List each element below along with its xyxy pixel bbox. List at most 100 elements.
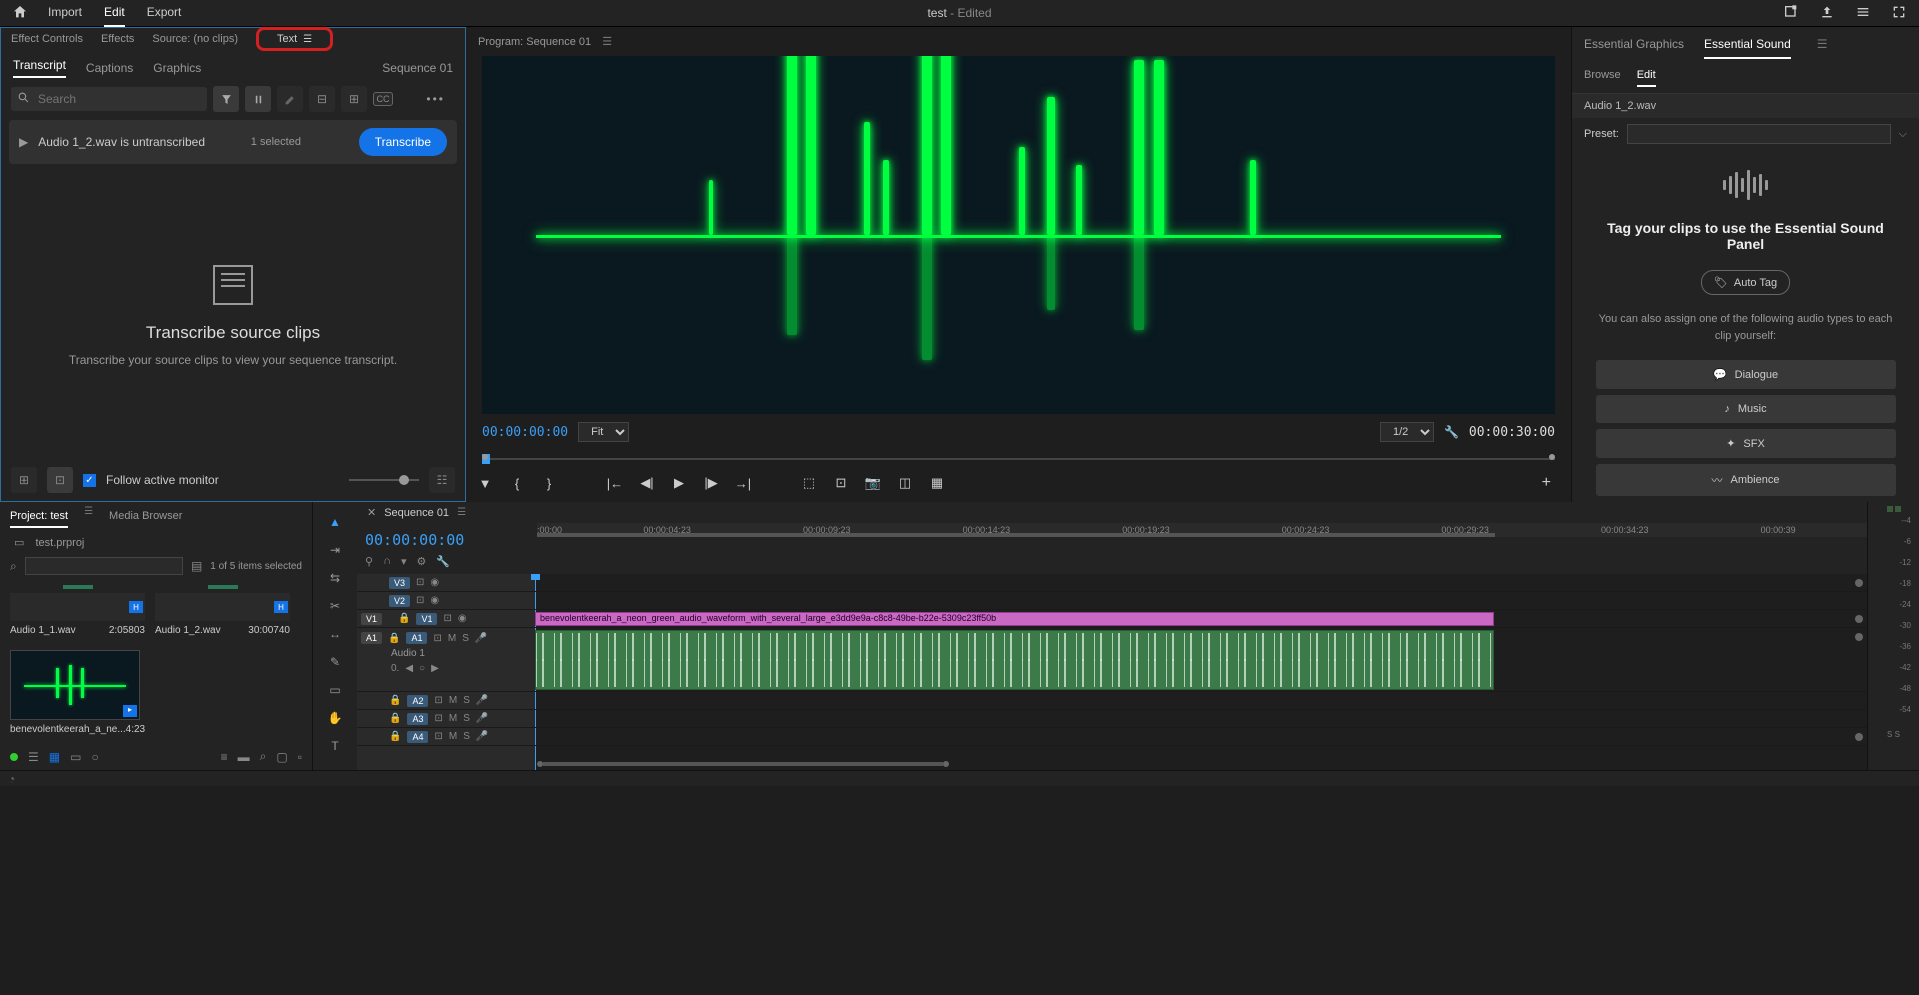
hand-tool[interactable]: ✋ [325,708,345,728]
filter-icon[interactable]: ▤ [191,559,202,573]
close-icon[interactable]: ✕ [367,506,376,519]
bin-item[interactable]: H Audio 1_2.wav30:00740 [155,585,290,640]
panel-menu-icon[interactable]: ☰ [303,34,312,45]
button-editor-icon[interactable]: + [1542,474,1551,492]
track-select-tool[interactable]: ⇥ [325,540,345,560]
panel-menu-icon[interactable]: ☰ [84,506,93,528]
track-a2[interactable]: 🔒A2⊡MS🎤 [357,692,535,710]
rectangle-tool[interactable]: ▭ [325,680,345,700]
auto-tag-button[interactable]: 🏷Auto Tag [1701,270,1790,295]
project-search[interactable] [25,557,183,575]
type-dialogue[interactable]: 💬Dialogue [1596,360,1896,389]
more-options-icon[interactable]: ••• [426,92,455,106]
subtab-graphics[interactable]: Graphics [153,61,201,75]
new-bin-icon[interactable]: ▢ [276,750,287,764]
tab-effect-controls[interactable]: Effect Controls [11,33,83,45]
settings-icon[interactable]: ☷ [429,467,455,493]
home-icon[interactable] [12,4,28,23]
find-icon[interactable]: ⌕ [260,749,267,764]
automate-icon[interactable]: ▬ [238,750,250,764]
tab-source[interactable]: Source: (no clips) [152,33,238,45]
resolution-dropdown[interactable]: 1/2 [1380,422,1434,442]
fit-dropdown[interactable]: Fit [578,422,629,442]
add-marker-icon[interactable]: ▼ [476,476,494,491]
subtab-browse[interactable]: Browse [1584,65,1621,87]
type-tool[interactable]: T [325,736,345,756]
play-icon[interactable]: ▶ [670,475,688,491]
step-back-icon[interactable]: ◀| [638,475,656,491]
merge-icon[interactable]: ⊞ [341,86,367,112]
subtab-edit[interactable]: Edit [1637,65,1656,87]
transcribe-button[interactable]: Transcribe [359,128,447,156]
bin-item[interactable]: H Audio 1_1.wav2:05803 [10,585,145,640]
zoom-slider-thumb[interactable]: ○ [91,750,98,764]
zoom-handle-right[interactable] [943,761,949,767]
mark-in-icon[interactable]: { [508,476,526,491]
filter-icon[interactable] [213,86,239,112]
timeline-timecode[interactable]: 00:00:00:00 [365,527,529,553]
settings-icon[interactable]: ⚙ [417,555,427,568]
step-forward-icon[interactable]: |▶ [702,475,720,491]
split-icon[interactable]: ⊟ [309,86,335,112]
panel-menu-icon[interactable]: ☰ [1817,37,1828,59]
tab-export[interactable]: Export [147,0,182,27]
timecode-current[interactable]: 00:00:00:00 [482,425,568,440]
lift-icon[interactable]: ⬚ [800,475,818,491]
program-viewport[interactable] [482,56,1555,414]
razor-tool[interactable]: ✂ [325,596,345,616]
export-frame-icon[interactable]: 📷 [864,475,882,491]
safe-margins-icon[interactable]: ▦ [928,475,946,491]
tab-text[interactable]: Text☰ [256,27,333,51]
compare-icon[interactable]: ◫ [896,475,914,491]
icon-view-icon[interactable]: ▦ [49,750,60,764]
list-view-icon[interactable]: ☰ [28,750,39,764]
chevron-right-icon[interactable]: ▶ [19,135,28,149]
audio-clip[interactable] [535,630,1494,690]
track-v3[interactable]: V3⊡◉ [357,574,535,592]
sequence-tab[interactable]: Sequence 01 [384,507,449,519]
preset-dropdown[interactable] [1627,124,1891,144]
extract-icon[interactable]: ⊡ [832,475,850,491]
edit-icon[interactable] [277,86,303,112]
track-v2[interactable]: V2⊡◉ [357,592,535,610]
link-sequence-icon[interactable]: ⊞ [11,467,37,493]
video-clip[interactable]: benevolentkeerah_a_neon_green_audio_wave… [535,612,1494,626]
subtab-transcript[interactable]: Transcript [13,58,66,78]
freeform-view-icon[interactable]: ▭ [70,750,81,764]
tab-media-browser[interactable]: Media Browser [109,506,182,528]
tab-essential-graphics[interactable]: Essential Graphics [1584,37,1684,59]
tab-edit[interactable]: Edit [104,0,125,27]
track-a4[interactable]: 🔒A4⊡MS🎤 [357,728,535,746]
tab-essential-sound[interactable]: Essential Sound [1704,37,1791,59]
selection-tool[interactable]: ▲ [325,512,345,532]
timeline-ruler[interactable]: :00:00 00:00:04:23 00:00:09:23 00:00:14:… [537,523,1867,537]
mark-out-icon[interactable]: } [540,476,558,491]
track-a1[interactable]: A1🔒A1⊡MS🎤 Audio 1 0.◀○▶ [357,628,535,692]
quick-export-icon[interactable] [1783,4,1799,23]
zoom-slider[interactable] [349,479,419,481]
ripple-edit-tool[interactable]: ⇆ [325,568,345,588]
search-input[interactable] [30,87,201,111]
scrubber[interactable] [482,450,1555,464]
new-item-icon[interactable]: ▫ [298,750,302,764]
pause-icon[interactable] [245,86,271,112]
sort-icon[interactable]: ≡ [221,750,228,764]
workspace-menu-icon[interactable] [1855,4,1871,23]
track-a3[interactable]: 🔒A3⊡MS🎤 [357,710,535,728]
track-v1[interactable]: V1🔒V1⊡◉ [357,610,535,628]
type-ambience[interactable]: 〰Ambience [1596,464,1896,496]
go-to-out-icon[interactable]: →| [734,476,752,491]
fullscreen-icon[interactable] [1891,4,1907,23]
tab-effects[interactable]: Effects [101,33,134,45]
slip-tool[interactable]: ↔ [325,624,345,644]
zoom-bar[interactable] [543,762,943,766]
tab-project[interactable]: Project: test [10,506,68,528]
wrench-icon[interactable]: 🔧 [1444,425,1459,439]
bin-item-selected[interactable]: ▸ benevolentkeerah_a_ne...4:23 [10,650,140,739]
type-sfx[interactable]: ✦SFX [1596,429,1896,458]
cc-icon[interactable]: CC [373,92,393,106]
pen-tool[interactable]: ✎ [325,652,345,672]
panel-menu-icon[interactable]: ☰ [602,36,612,48]
go-to-in-icon[interactable]: |← [606,476,624,491]
chevron-down-icon[interactable]: ⌵ [1899,128,1907,141]
